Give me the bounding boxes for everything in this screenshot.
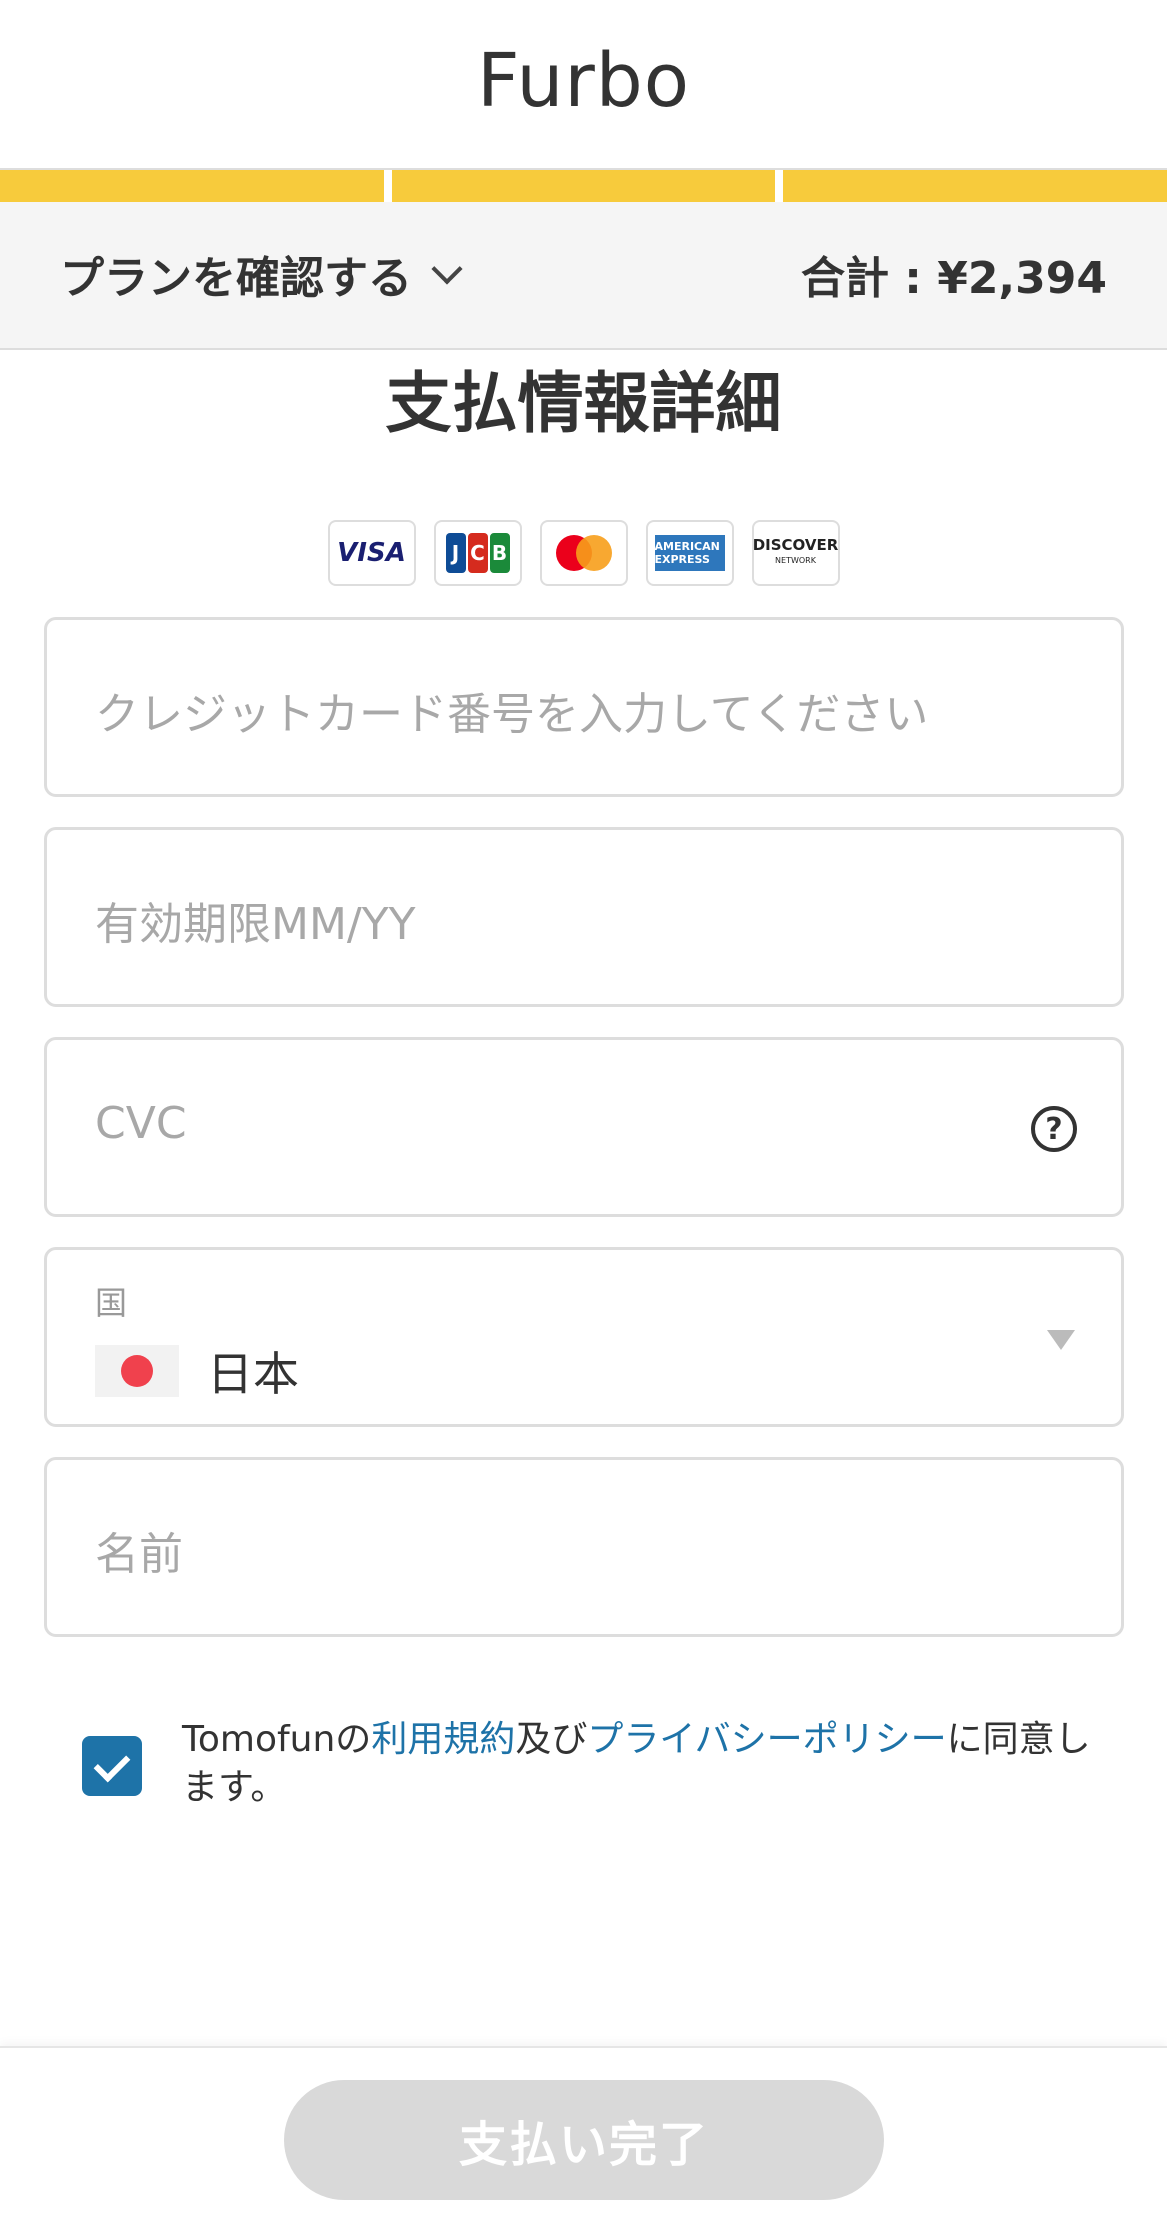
cvc-placeholder: CVC xyxy=(95,1098,187,1149)
name-placeholder: 名前 xyxy=(95,1529,183,1580)
complete-payment-button[interactable]: 支払い完了 xyxy=(284,2080,884,2200)
accepted-cards: VISA JCB AMERICAN EXPRESS DISCOVER NETWOR… xyxy=(0,520,1167,586)
progress-bar xyxy=(0,170,1167,202)
footer-bar: 支払い完了 xyxy=(0,2046,1167,2225)
page-title: 支払情報詳細 xyxy=(385,365,782,442)
progress-step-2 xyxy=(391,170,776,202)
plan-summary-bar: プランを確認する 合計 : ¥2,394 xyxy=(0,202,1167,350)
plan-review-label: プランを確認する xyxy=(60,253,412,304)
mastercard-logo xyxy=(539,520,628,586)
furbo-logo: Furbo xyxy=(476,38,691,124)
progress-step-1 xyxy=(0,170,384,202)
card-number-placeholder: クレジットカード番号を入力してください xyxy=(95,689,929,740)
progress-step-3 xyxy=(783,170,1167,202)
plan-review-toggle[interactable]: プランを確認する xyxy=(60,242,463,306)
card-number-field[interactable]: クレジットカード番号を入力してください xyxy=(44,617,1124,797)
chevron-down-icon xyxy=(431,253,463,285)
terms-checkbox[interactable] xyxy=(82,1736,142,1796)
expiry-placeholder: 有効期限MM/YY xyxy=(95,899,416,950)
privacy-policy-link[interactable]: プライバシーポリシー xyxy=(587,1719,946,1760)
visa-logo: VISA xyxy=(327,520,416,586)
cvc-field[interactable]: CVC ? xyxy=(44,1037,1124,1217)
expiry-field[interactable]: 有効期限MM/YY xyxy=(44,827,1124,1007)
country-select[interactable]: 国 日本 xyxy=(44,1247,1124,1427)
header: Furbo xyxy=(0,0,1167,170)
terms-link[interactable]: 利用規約 xyxy=(371,1719,515,1760)
terms-agreement-text: Tomofunの利用規約及びプライバシーポリシーに同意します。 xyxy=(182,1719,1091,1808)
name-field[interactable]: 名前 xyxy=(44,1457,1124,1637)
dropdown-caret-icon xyxy=(1047,1330,1075,1350)
amex-logo: AMERICAN EXPRESS xyxy=(645,520,734,586)
order-total: 合計 : ¥2,394 xyxy=(800,253,1107,304)
country-value: 日本 xyxy=(207,1347,299,1401)
country-label: 国 xyxy=(95,1284,128,1322)
japan-flag-icon xyxy=(95,1345,179,1397)
help-icon[interactable]: ? xyxy=(1031,1106,1077,1152)
discover-logo: DISCOVER NETWORK xyxy=(751,520,840,586)
jcb-logo: JCB xyxy=(433,520,522,586)
